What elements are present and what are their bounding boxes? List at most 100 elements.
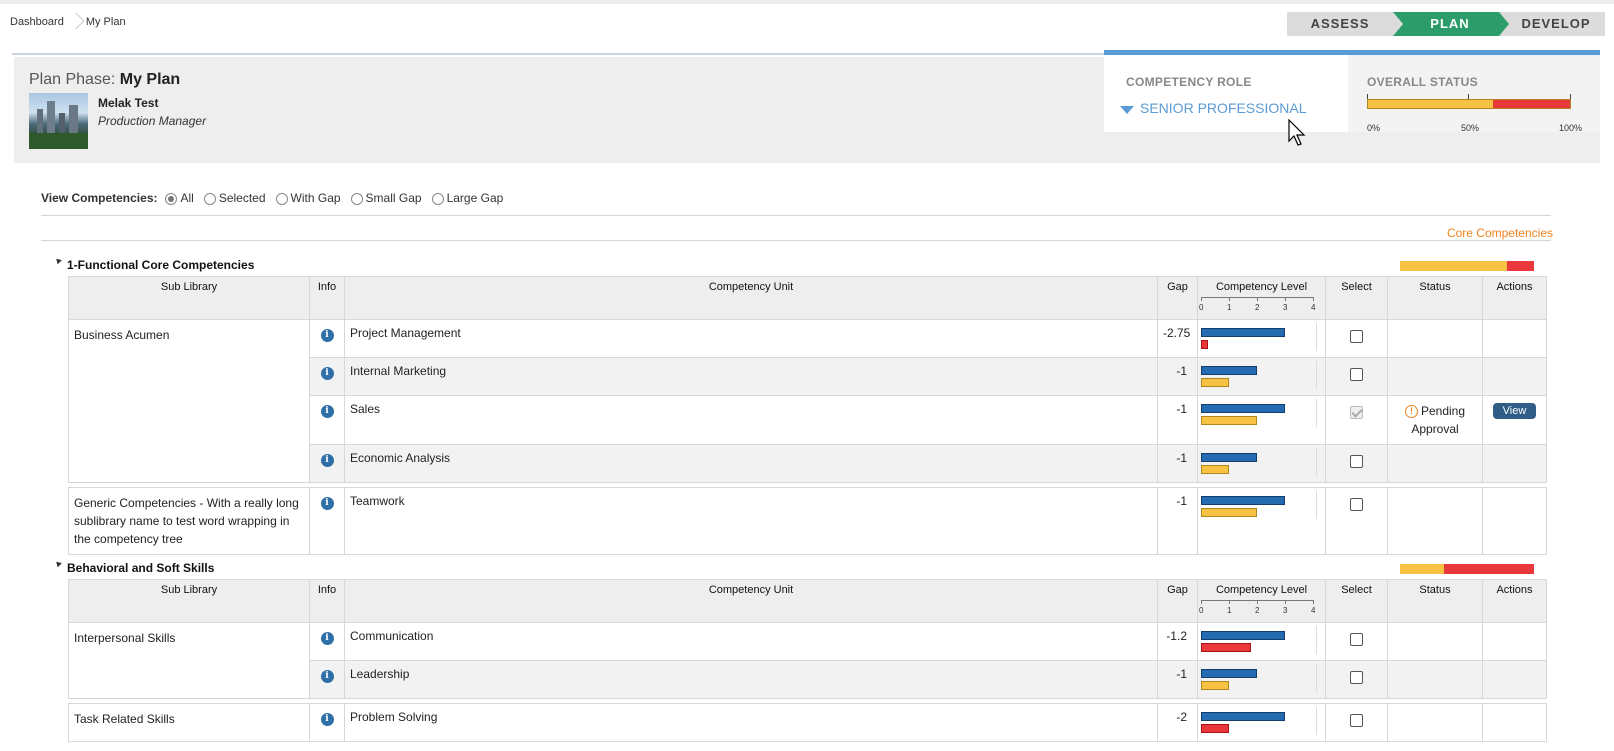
current-level-bar [1201, 508, 1257, 517]
step-develop[interactable]: DEVELOP [1499, 12, 1605, 36]
current-level-bar [1201, 378, 1229, 387]
select-cell [1325, 395, 1388, 445]
gap-cell: -1 [1157, 357, 1198, 396]
sub-library-cell: Task Related Skills [68, 703, 310, 742]
info-icon[interactable]: i [320, 713, 334, 726]
gap-cell: -1.2 [1157, 622, 1198, 661]
select-checkbox[interactable] [1350, 406, 1363, 419]
info-icon[interactable]: i [320, 632, 334, 645]
info-cell: i [309, 622, 345, 661]
competency-level-cell [1197, 395, 1326, 445]
status-text: Pending Approval [1411, 404, 1466, 436]
radio-icon [431, 193, 444, 205]
level-tick: 1 [1227, 606, 1232, 615]
filter-small-gap[interactable]: Small Gap [350, 191, 422, 205]
info-icon[interactable]: i [320, 497, 334, 510]
breadcrumb-my-plan[interactable]: My Plan [86, 16, 126, 28]
group-gap-fill [1444, 564, 1534, 574]
select-checkbox[interactable] [1350, 633, 1363, 646]
col-status-label: Status [1419, 584, 1451, 596]
radio-icon [165, 193, 178, 205]
radio-icon [203, 193, 216, 205]
info-icon[interactable]: i [320, 670, 334, 683]
select-checkbox[interactable] [1350, 330, 1363, 343]
status-tick-100: 100% [1559, 123, 1583, 133]
competency-level-bars [1201, 626, 1319, 654]
actions-cell: View [1482, 395, 1547, 445]
info-cell: i [309, 487, 345, 555]
col-actions: Actions [1482, 276, 1547, 320]
status-cell [1387, 319, 1483, 358]
phase-name: My Plan [119, 71, 181, 88]
filter-large-gap[interactable]: Large Gap [431, 191, 503, 205]
select-checkbox[interactable] [1350, 368, 1363, 381]
select-checkbox[interactable] [1350, 455, 1363, 468]
group-title: Behavioral and Soft Skills [54, 559, 214, 575]
competency-table: Sub Library Info Competency Unit Gap Compete… [68, 276, 1547, 555]
breadcrumb-dashboard[interactable]: Dashboard [10, 16, 64, 28]
filter-with-gap[interactable]: With Gap [275, 191, 341, 205]
overall-status-panel: OVERALL STATUS 0% 50% 100% [1348, 55, 1600, 133]
competency-unit-cell: Problem Solving [344, 703, 1158, 742]
select-cell [1325, 357, 1388, 396]
required-level-bar [1201, 496, 1285, 505]
collapse-icon[interactable] [54, 559, 62, 568]
competency-unit-cell: Internal Marketing [344, 357, 1158, 396]
competency-unit-cell: Teamwork [344, 487, 1158, 555]
col-status: Status [1387, 276, 1483, 320]
info-cell: i [309, 357, 345, 396]
select-checkbox[interactable] [1350, 498, 1363, 511]
pending-icon: ! [1404, 405, 1418, 419]
competency-level-bars [1201, 448, 1319, 476]
competency-table: Sub Library Info Competency Unit Gap Compete… [68, 579, 1547, 742]
view-button[interactable]: View [1492, 403, 1537, 419]
status-tick-0: 0% [1367, 123, 1381, 133]
col-actions-label: Actions [1496, 584, 1533, 596]
info-icon[interactable]: i [320, 367, 334, 380]
current-level-bar [1201, 465, 1229, 474]
col-competency-level-label: Competency Level [1215, 281, 1308, 293]
info-icon[interactable]: i [320, 454, 334, 467]
gap-cell: -1 [1157, 395, 1198, 445]
level-tick: 4 [1311, 606, 1316, 615]
breadcrumb: Dashboard My Plan [10, 12, 126, 32]
actions-cell [1482, 319, 1547, 358]
table-row: Interpersonal Skills i Communication -1.2 [68, 622, 1547, 699]
mouse-cursor-icon [1288, 119, 1306, 146]
core-competencies-link[interactable]: Core Competencies [1447, 226, 1553, 240]
competency-role-dropdown[interactable]: SENIOR PROFESSIONAL [1120, 100, 1306, 116]
collapse-icon[interactable] [54, 256, 62, 265]
select-checkbox[interactable] [1350, 671, 1363, 684]
competency-unit-cell: Leadership [344, 660, 1158, 699]
col-gap-label: Gap [1167, 281, 1188, 293]
competency-level-cell [1197, 622, 1326, 661]
phase-steps: ASSESS PLAN DEVELOP [1287, 12, 1605, 36]
select-checkbox[interactable] [1350, 714, 1363, 727]
gap-cell: -2 [1157, 703, 1198, 742]
table-header-row: Sub Library Info Competency Unit Gap Compete… [68, 276, 1547, 320]
filter-all[interactable]: All [165, 191, 194, 205]
view-competencies-filter: View Competencies: All Selected With Gap… [41, 191, 513, 205]
info-icon[interactable]: i [320, 405, 334, 418]
current-level-bar [1201, 643, 1252, 652]
step-assess[interactable]: ASSESS [1287, 12, 1403, 36]
filter-selected[interactable]: Selected [203, 191, 266, 205]
info-cell: i [309, 703, 345, 742]
top-strip [0, 0, 1614, 4]
group-gap-fill [1507, 261, 1534, 271]
overall-status-label: OVERALL STATUS [1367, 75, 1478, 89]
radio-icon [350, 193, 363, 205]
info-cell: i [309, 395, 345, 445]
level-tick: 0 [1199, 303, 1204, 312]
level-scale: 0 1 2 3 4 [1199, 600, 1316, 618]
competency-level-cell [1197, 660, 1326, 699]
info-icon[interactable]: i [320, 329, 334, 342]
status-cell [1387, 703, 1483, 742]
info-cell: i [309, 444, 345, 483]
select-cell [1325, 622, 1388, 661]
required-level-bar [1201, 631, 1285, 640]
col-sub-library: Sub Library [68, 579, 310, 623]
step-plan[interactable]: PLAN [1393, 12, 1509, 36]
competency-level-bars [1201, 399, 1319, 427]
sub-library-cell: Interpersonal Skills [68, 622, 310, 699]
